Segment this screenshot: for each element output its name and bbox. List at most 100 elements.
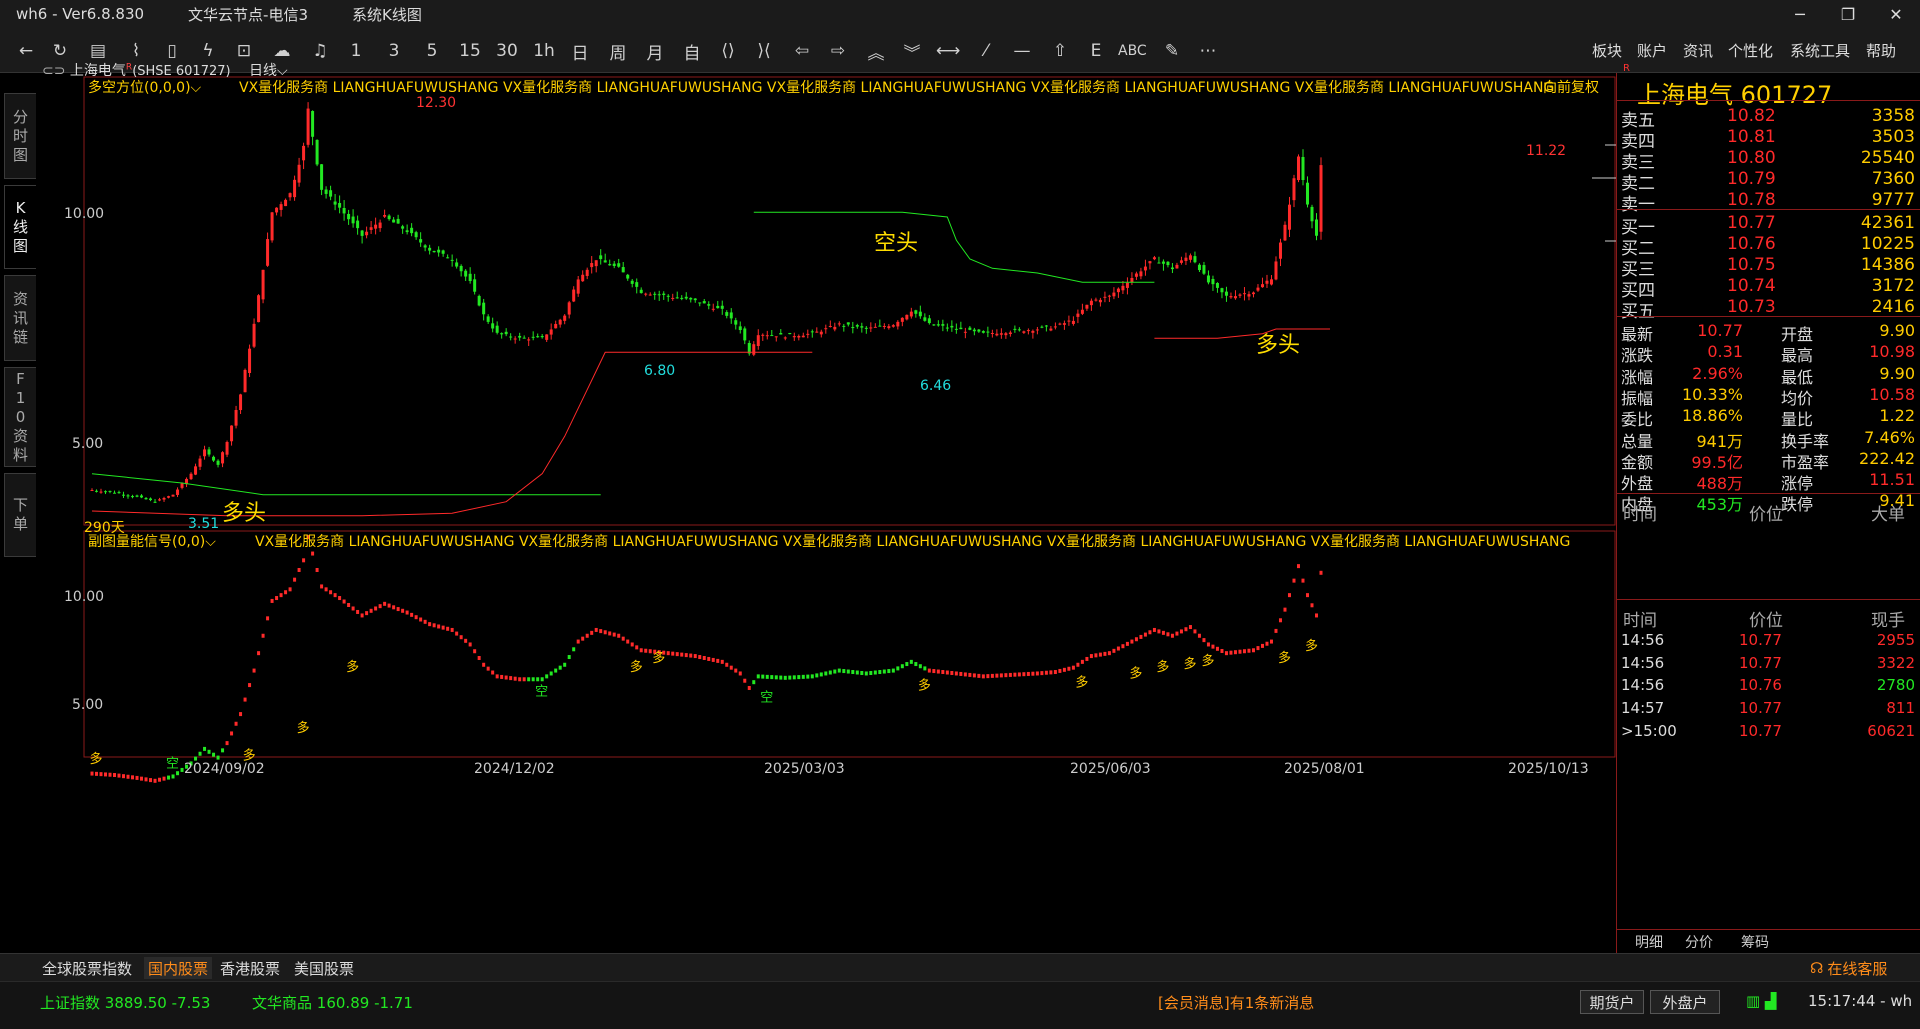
candle-body — [1071, 320, 1075, 324]
candle-body — [1112, 292, 1116, 297]
draw-line-button[interactable]: ⁄ — [974, 38, 998, 64]
tab-order[interactable]: 下单 — [4, 473, 36, 557]
candle-body — [284, 199, 288, 207]
period-custom[interactable]: 自 — [680, 38, 704, 64]
move-right-button[interactable]: ⇨ — [826, 38, 850, 64]
menu-sector[interactable]: 板块 — [1592, 40, 1622, 61]
sub-candle — [432, 623, 436, 628]
candle-body — [194, 466, 198, 475]
period-15[interactable]: 15 — [458, 38, 482, 64]
period-month[interactable]: 月 — [643, 38, 667, 64]
market-tab-us[interactable]: 美国股票 — [290, 957, 358, 979]
sub-candle — [284, 590, 288, 595]
menu-news[interactable]: 资讯 — [1683, 40, 1713, 61]
menu-help[interactable]: 帮助 — [1866, 40, 1896, 61]
sub-candle — [225, 741, 229, 746]
alert-button[interactable]: ♫ — [308, 38, 332, 64]
move-left-button[interactable]: ⇦ — [790, 38, 814, 64]
index-wenhua[interactable]: 文华商品 160.89 -1.71 — [252, 992, 413, 1013]
tab-price-dist[interactable]: 分价 — [1685, 932, 1713, 952]
menu-personalize[interactable]: 个性化 — [1728, 40, 1773, 61]
adjust-mode[interactable]: 向前复权 — [1543, 77, 1599, 97]
index-sse[interactable]: 上证指数 3889.50 -7.53 — [40, 992, 210, 1013]
kline-chart-area[interactable]: 多空多多多空多多空多多多多多多多多 ⊂⊃ 上海电气R(SHSE 601727) … — [38, 62, 1616, 953]
sub-candle — [104, 772, 108, 777]
left-tab-strip: 分时图 K线图 资讯链 F10资料 下单 — [0, 73, 38, 953]
zoom-in-button[interactable]: ⟨⟩ — [716, 38, 740, 64]
line-chart-icon: ⌇ — [131, 41, 141, 61]
pen-button[interactable]: ✎ — [1160, 38, 1184, 64]
candle-body — [815, 331, 819, 333]
period-1[interactable]: 1 — [344, 38, 368, 64]
period-1h[interactable]: 1h — [532, 38, 556, 64]
candle-body — [270, 212, 274, 241]
sub-indicator-label[interactable]: 副图量能信号(0,0)⌵ — [88, 531, 216, 551]
member-message[interactable]: [会员消息]有1条新消息 — [1158, 992, 1314, 1013]
kline-chart-svg[interactable]: 多空多多多空多多空多 多多多多多多多 — [38, 73, 1616, 953]
candle-body — [855, 325, 859, 327]
tab-detail[interactable]: 明细 — [1635, 932, 1663, 952]
market-tab-hk[interactable]: 香港股票 — [216, 957, 284, 979]
sub-candle — [162, 776, 166, 781]
order-book-buy-row[interactable]: 买五 10.73 2416 — [1617, 295, 1920, 322]
candle-body — [131, 496, 135, 498]
stat-value: 10.98 — [1869, 342, 1915, 362]
text-tool-button[interactable]: ABC — [1118, 38, 1147, 64]
horizontal-line-icon: — — [1013, 41, 1031, 61]
market-tab-global[interactable]: 全球股票指数 — [38, 957, 136, 979]
crosshair-button[interactable]: ⟷ — [936, 38, 960, 64]
tab-news-chain[interactable]: 资讯链 — [4, 275, 36, 361]
tab-kline[interactable]: K线图 — [4, 185, 36, 269]
period-week[interactable]: 周 — [606, 38, 630, 64]
close-icon: ✕ — [1889, 4, 1903, 24]
foreign-account-button[interactable]: 外盘户 — [1650, 990, 1720, 1014]
candle-body — [1031, 330, 1035, 333]
period-3[interactable]: 3 — [382, 38, 406, 64]
candle-body — [756, 335, 760, 347]
candle-body — [1152, 257, 1156, 260]
period-day[interactable]: 日 — [568, 38, 592, 64]
sub-candle — [963, 672, 967, 677]
period-30[interactable]: 30 — [495, 38, 519, 64]
online-service[interactable]: ☊ 在线客服 — [1806, 957, 1891, 979]
sub-candle — [999, 673, 1003, 678]
candle-body — [1076, 313, 1080, 317]
zoom-out-button[interactable]: ⟩⟨ — [752, 38, 776, 64]
candle-body — [257, 295, 261, 323]
sub-candle — [1085, 656, 1089, 661]
candle-body — [806, 333, 810, 335]
sub-candle — [590, 630, 594, 635]
close-button[interactable]: ✕ — [1872, 0, 1920, 28]
candle-body — [1175, 264, 1179, 269]
fib-button[interactable]: Ε — [1084, 38, 1108, 64]
candle-body — [167, 496, 171, 498]
symbol-menu-icon: ⊂⊃ — [42, 63, 70, 79]
down-button[interactable]: ︾ — [900, 38, 924, 64]
sub-candle — [567, 655, 571, 660]
candle-body — [819, 331, 823, 335]
horizontal-line-button[interactable]: — — [1010, 38, 1034, 64]
minimize-button[interactable]: ─ — [1776, 0, 1824, 28]
menu-tools[interactable]: 系统工具 — [1790, 40, 1850, 61]
up-button[interactable]: ︽ — [864, 38, 888, 64]
period-5[interactable]: 5 — [420, 38, 444, 64]
tab-chips[interactable]: 筹码 — [1741, 932, 1769, 952]
candle-body — [176, 489, 180, 495]
arrow-up-button[interactable]: ⇧ — [1048, 38, 1072, 64]
restore-button[interactable]: ❐ — [1824, 0, 1872, 28]
candle-body — [1130, 278, 1134, 283]
sub-candle — [860, 670, 864, 675]
back-button[interactable]: ← — [14, 38, 38, 64]
server-node[interactable]: 文华云节点-电信3 — [188, 4, 308, 25]
tab-f10[interactable]: F10资料 — [4, 367, 36, 467]
futures-account-button[interactable]: 期货户 — [1580, 990, 1644, 1014]
tab-timeshare[interactable]: 分时图 — [4, 93, 36, 179]
candle-body — [1121, 285, 1125, 291]
main-indicator-label[interactable]: 多空方位(0,0,0)⌵ — [88, 77, 201, 97]
more-button[interactable]: ⋯ — [1196, 38, 1220, 64]
annotation-short: 空头 — [874, 231, 919, 256]
clock: 15:17:44 - wh — [1808, 992, 1913, 1010]
menu-account[interactable]: 账户 — [1637, 40, 1667, 61]
long-signal-mark: 多 — [1156, 659, 1169, 675]
market-tab-domestic[interactable]: 国内股票 — [144, 957, 213, 979]
